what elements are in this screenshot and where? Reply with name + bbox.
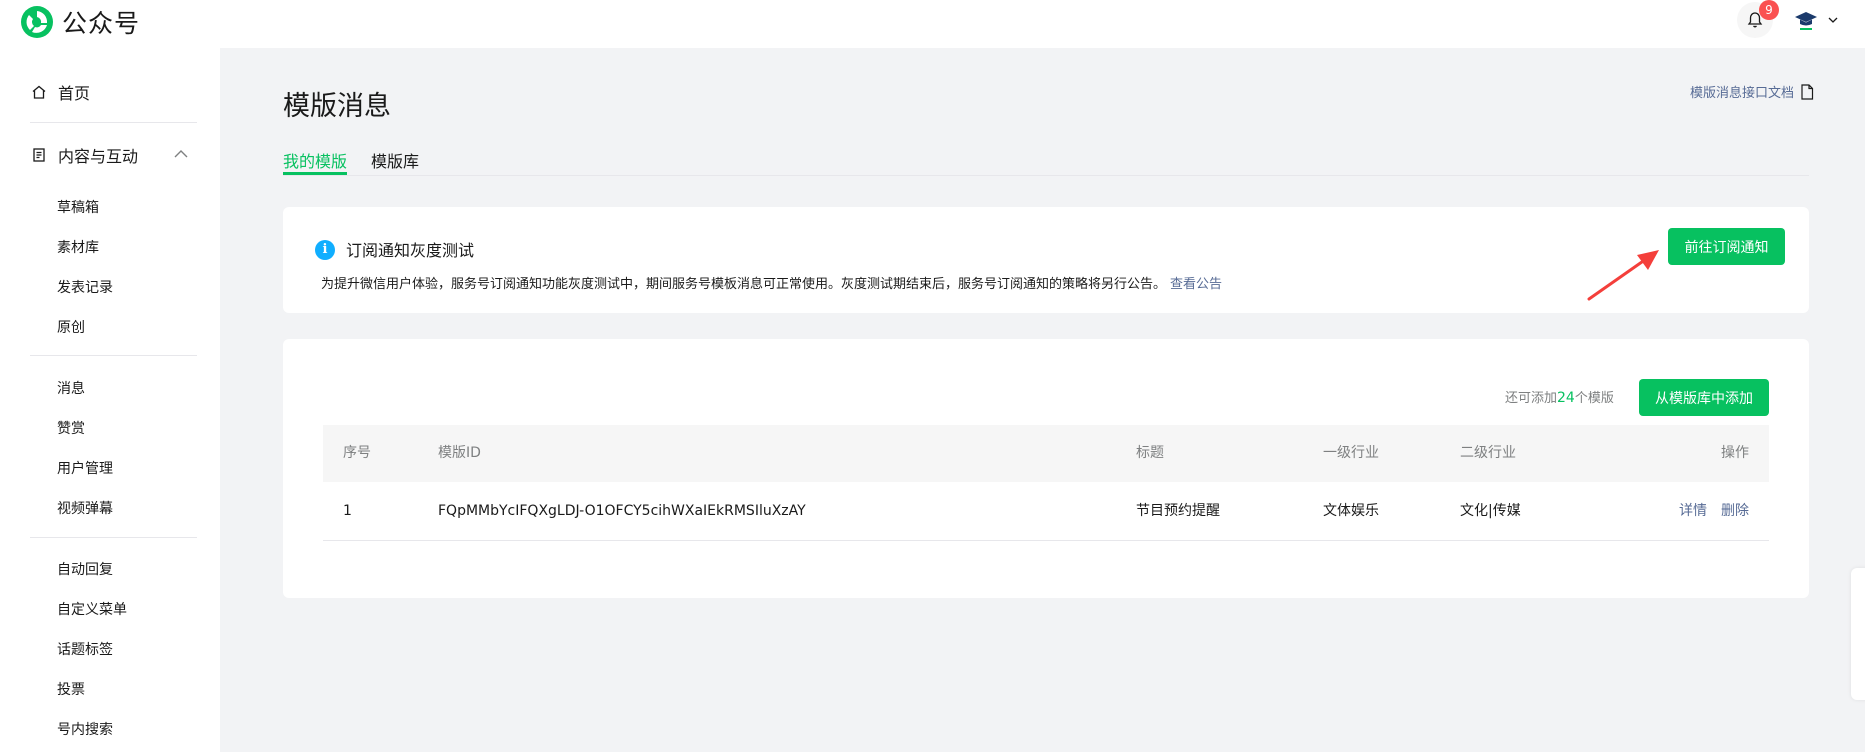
column-header-industry1: 一级行业 bbox=[1323, 445, 1379, 461]
tab-my-templates[interactable]: 我的模版 bbox=[283, 148, 347, 172]
sidebar-item-publish-records[interactable]: 发表记录 bbox=[57, 277, 113, 297]
graduation-cap-icon bbox=[1795, 12, 1817, 30]
avatar[interactable] bbox=[1789, 3, 1823, 37]
sidebar: 首页 内容与互动 草稿箱 素材库 发表记录 原创 消息 赞赏 用户管理 视频弹幕… bbox=[0, 48, 220, 752]
top-bar: 公众号 9 bbox=[0, 0, 1865, 48]
column-header-index: 序号 bbox=[343, 445, 371, 461]
document-icon bbox=[30, 146, 48, 164]
logo[interactable]: 公众号 bbox=[20, 4, 140, 40]
column-header-actions: 操作 bbox=[1721, 445, 1749, 461]
tab-template-library[interactable]: 模版库 bbox=[371, 148, 419, 172]
sidebar-item-custom-menu[interactable]: 自定义菜单 bbox=[57, 599, 127, 619]
sidebar-item-users[interactable]: 用户管理 bbox=[57, 458, 113, 478]
subscription-notice-card: i 订阅通知灰度测试 为提升微信用户体验，服务号订阅通知功能灰度测试中，期间服务… bbox=[283, 207, 1809, 313]
notice-body: 为提升微信用户体验，服务号订阅通知功能灰度测试中，期间服务号模板消息可正常使用。… bbox=[321, 273, 1222, 292]
sidebar-divider bbox=[30, 537, 197, 538]
sidebar-item-original[interactable]: 原创 bbox=[57, 317, 85, 337]
column-header-industry2: 二级行业 bbox=[1460, 445, 1516, 461]
red-arrow-annotation bbox=[1587, 250, 1659, 301]
detail-link[interactable]: 详情 bbox=[1679, 482, 1707, 540]
sidebar-group-content[interactable]: 内容与互动 bbox=[30, 143, 138, 167]
sidebar-divider bbox=[30, 122, 197, 123]
sidebar-item-materials[interactable]: 素材库 bbox=[57, 237, 99, 257]
sidebar-item-in-account-search[interactable]: 号内搜索 bbox=[57, 719, 113, 739]
column-header-title: 标题 bbox=[1136, 445, 1164, 461]
cell-template-id: FQpMMbYcIFQXgLDJ-O1OFCY5cihWXaIEkRMSIluX… bbox=[438, 503, 806, 519]
sidebar-item-drafts[interactable]: 草稿箱 bbox=[57, 197, 99, 217]
floating-help-panel[interactable] bbox=[1851, 568, 1865, 700]
sidebar-item-auto-reply[interactable]: 自动回复 bbox=[57, 559, 113, 579]
cell-industry1: 文体娱乐 bbox=[1323, 503, 1379, 519]
template-list-card: 还可添加24个模版 从模版库中添加 序号 模版ID 标题 一级行业 二级行业 操… bbox=[283, 339, 1809, 598]
chevron-up-icon[interactable] bbox=[173, 148, 189, 160]
wechat-mp-logo-icon bbox=[21, 6, 53, 38]
sidebar-divider bbox=[30, 355, 197, 356]
cell-industry2: 文化|传媒 bbox=[1460, 503, 1521, 519]
api-doc-link-label: 模版消息接口文档 bbox=[1690, 86, 1795, 101]
info-icon: i bbox=[315, 240, 335, 260]
home-icon bbox=[30, 83, 48, 101]
notice-title: 订阅通知灰度测试 bbox=[346, 241, 475, 260]
tab-active-indicator bbox=[283, 172, 347, 175]
sidebar-item-video-danmaku[interactable]: 视频弹幕 bbox=[57, 498, 113, 518]
chevron-down-icon[interactable] bbox=[1827, 14, 1839, 26]
cell-title: 节目预约提醒 bbox=[1136, 503, 1220, 519]
table-header: 序号 模版ID 标题 一级行业 二级行业 操作 bbox=[323, 425, 1769, 482]
view-announcement-link[interactable]: 查看公告 bbox=[1170, 277, 1222, 292]
api-doc-link[interactable]: 模版消息接口文档 bbox=[1690, 82, 1814, 101]
quota-count: 24 bbox=[1557, 390, 1575, 406]
sidebar-item-label: 内容与互动 bbox=[58, 147, 139, 166]
delete-link[interactable]: 删除 bbox=[1721, 482, 1749, 540]
notification-badge: 9 bbox=[1759, 0, 1779, 20]
sidebar-item-vote[interactable]: 投票 bbox=[57, 679, 85, 699]
go-to-subscription-button[interactable]: 前往订阅通知 bbox=[1668, 228, 1785, 265]
app-name: 公众号 bbox=[62, 9, 141, 38]
column-header-template-id: 模版ID bbox=[438, 445, 481, 461]
quota-suffix: 个模版 bbox=[1574, 391, 1614, 406]
notice-body-text: 为提升微信用户体验，服务号订阅通知功能灰度测试中，期间服务号模板消息可正常使用。… bbox=[321, 277, 1167, 292]
tabs-divider bbox=[283, 175, 1809, 176]
sidebar-item-label: 首页 bbox=[58, 84, 91, 103]
quota-prefix: 还可添加 bbox=[1505, 391, 1558, 406]
page-title: 模版消息 bbox=[283, 91, 391, 122]
sidebar-item-home[interactable]: 首页 bbox=[30, 80, 90, 104]
quota-text: 还可添加24个模版 bbox=[1505, 387, 1614, 406]
cell-index: 1 bbox=[343, 503, 352, 519]
sidebar-item-topic-tags[interactable]: 话题标签 bbox=[57, 639, 113, 659]
table-row: 1 FQpMMbYcIFQXgLDJ-O1OFCY5cihWXaIEkRMSIl… bbox=[323, 482, 1769, 541]
add-from-library-button[interactable]: 从模版库中添加 bbox=[1639, 379, 1769, 416]
sidebar-item-messages[interactable]: 消息 bbox=[57, 378, 85, 398]
sidebar-item-rewards[interactable]: 赞赏 bbox=[57, 418, 85, 438]
file-icon bbox=[1801, 83, 1814, 100]
